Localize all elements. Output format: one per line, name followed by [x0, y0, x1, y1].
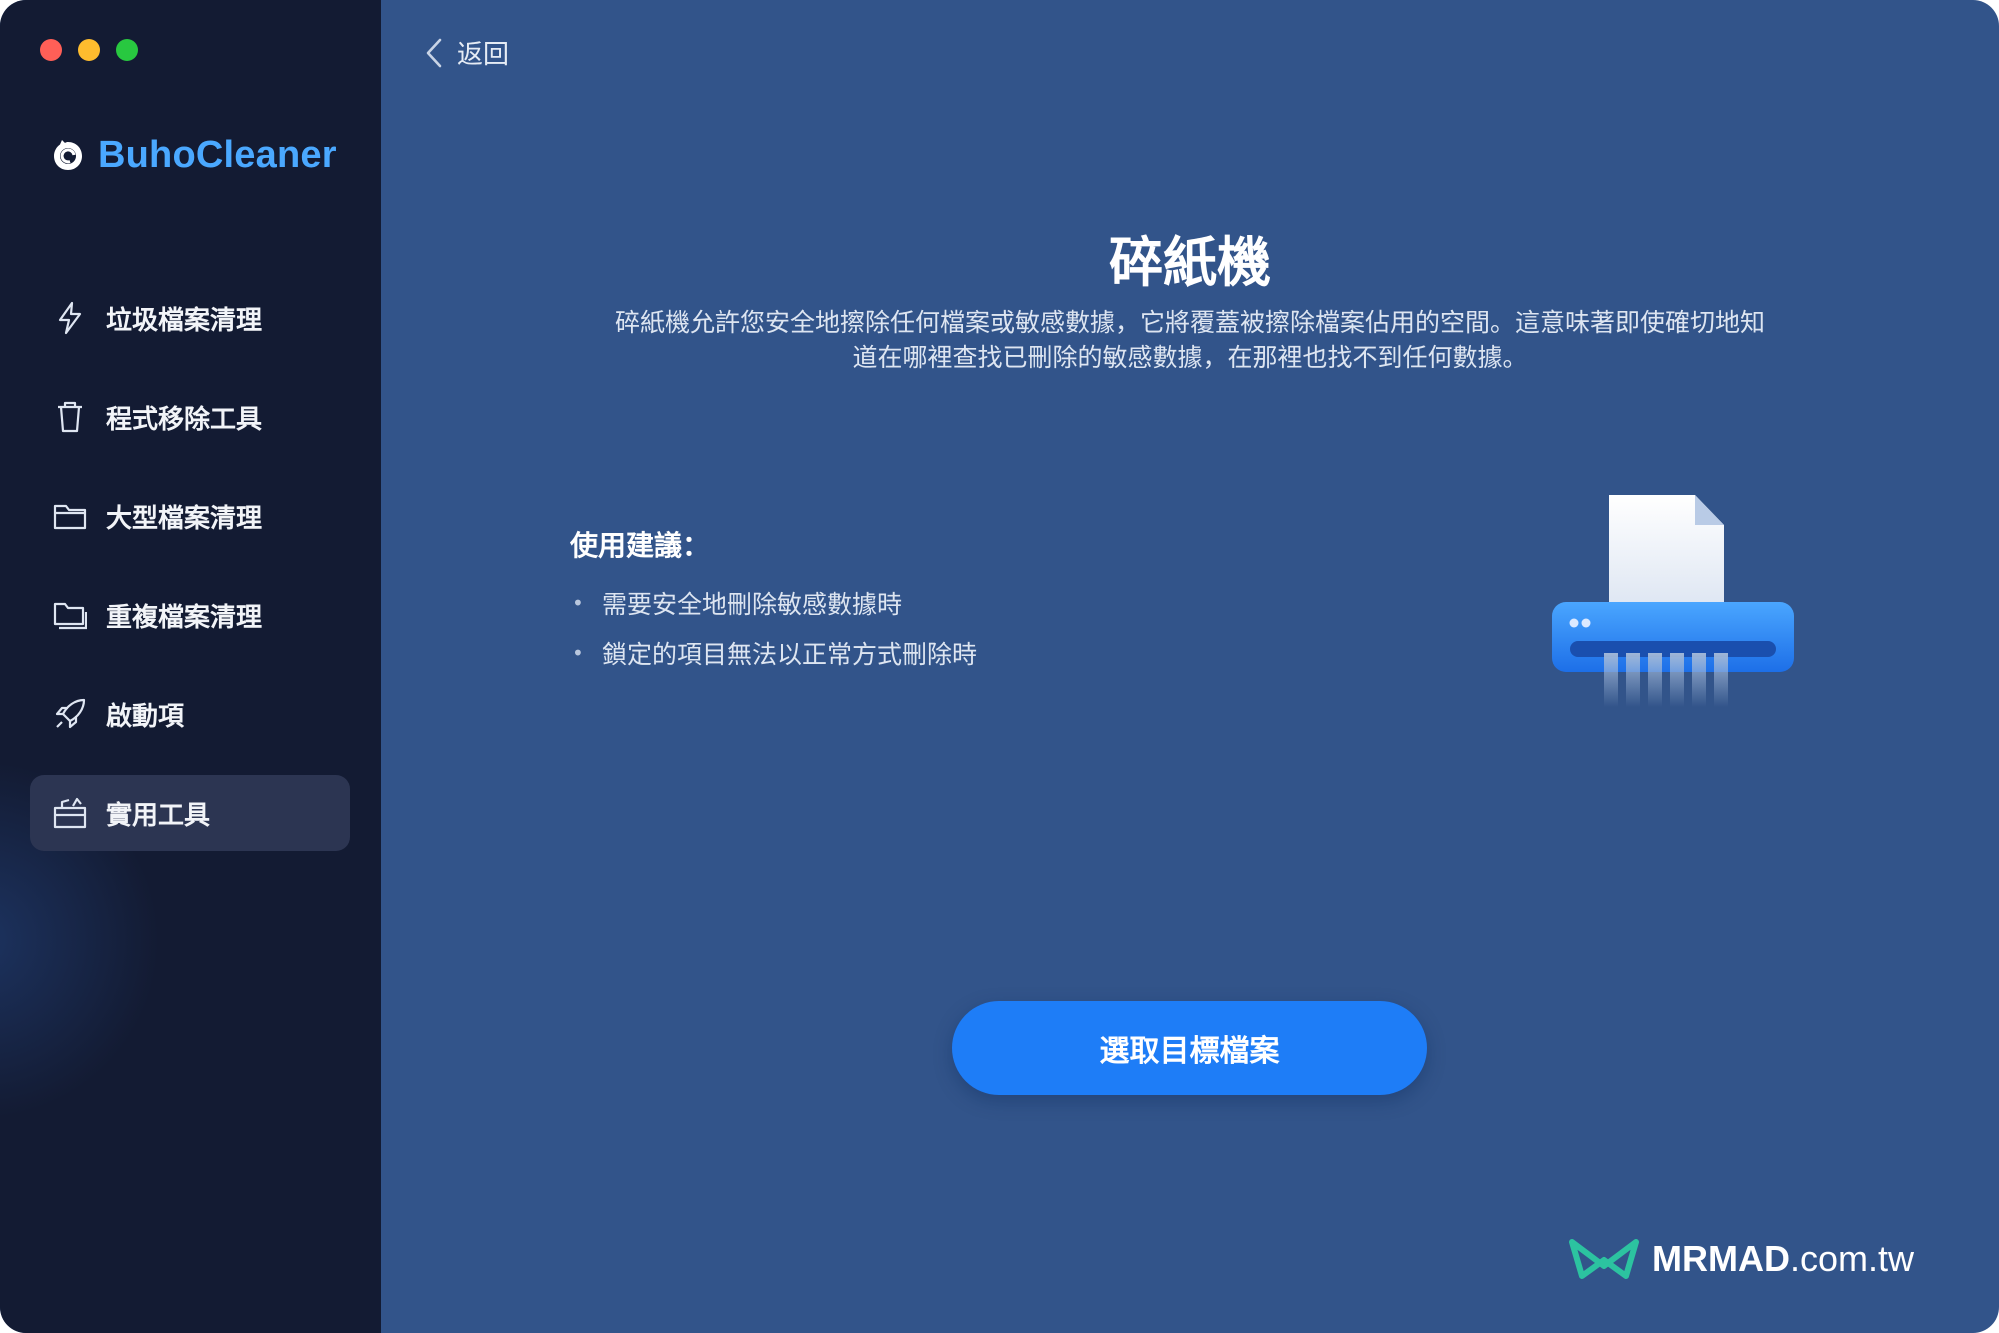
- page-title: 碎紙機: [1109, 230, 1271, 294]
- sidebar-item-label: 大型檔案清理: [106, 503, 263, 534]
- sidebar-item-label: 啟動項: [106, 701, 185, 732]
- back-button[interactable]: 返回: [425, 34, 509, 71]
- tip-item: • 鎖定的項目無法以正常方式刪除時: [572, 635, 977, 671]
- sidebar-item-junk-cleanup[interactable]: 垃圾檔案清理: [30, 280, 350, 356]
- sidebar-item-utilities[interactable]: 實用工具: [30, 775, 350, 851]
- sidebar-item-duplicate-files[interactable]: 重複檔案清理: [30, 577, 350, 653]
- tip-item: • 需要安全地刪除敏感數據時: [572, 585, 902, 621]
- mrmad-logo-icon: [1569, 1239, 1639, 1279]
- sidebar-item-startup-items[interactable]: 啟動項: [30, 676, 350, 752]
- page-description: 碎紙機允許您安全地擦除任何檔案或敏感數據，它將覆蓋被擦除檔案佔用的空間。這意味著…: [560, 305, 1820, 375]
- window-close-button[interactable]: [40, 39, 62, 61]
- bullet: •: [572, 641, 584, 665]
- buho-logo-icon: [54, 139, 82, 170]
- app-window: BuhoCleaner 垃圾檔案清理 程式移除工具 大型檔案清理 重複檔案清理 …: [0, 0, 1999, 1333]
- description-line: 碎紙機允許您安全地擦除任何檔案或敏感數據，它將覆蓋被擦除檔案佔用的空間。這意味著…: [614, 308, 1765, 337]
- sidebar-item-label: 程式移除工具: [106, 404, 263, 435]
- file-shredder-icon: [1552, 495, 1794, 707]
- app-brand-name: BuhoCleaner: [98, 134, 337, 176]
- window-minimize-button[interactable]: [78, 39, 100, 61]
- chevron-left-icon: [426, 38, 442, 67]
- trash-icon: [52, 399, 88, 435]
- sidebar: BuhoCleaner 垃圾檔案清理 程式移除工具 大型檔案清理 重複檔案清理 …: [0, 0, 381, 1333]
- window-zoom-button[interactable]: [116, 39, 138, 61]
- sidebar-item-app-uninstaller[interactable]: 程式移除工具: [30, 379, 350, 455]
- description-line: 道在哪裡查找已刪除的敏感數據，在那裡也找不到任何數據。: [852, 343, 1528, 372]
- sidebar-item-label: 重複檔案清理: [106, 602, 263, 633]
- watermark-text: MRMAD.com.tw: [1652, 1238, 1914, 1280]
- watermark-brand: MRMAD: [1652, 1238, 1790, 1279]
- tip-text: 需要安全地刪除敏感數據時: [602, 590, 903, 619]
- watermark: MRMAD.com.tw: [1568, 1236, 1914, 1282]
- folder-icon: [52, 498, 88, 534]
- watermark-suffix: .com.tw: [1789, 1238, 1914, 1279]
- sidebar-item-label: 垃圾檔案清理: [106, 305, 263, 336]
- select-target-file-button[interactable]: 選取目標檔案: [952, 1001, 1427, 1095]
- rocket-icon: [52, 696, 88, 732]
- sidebar-item-label: 實用工具: [106, 800, 211, 831]
- sidebar-item-large-files[interactable]: 大型檔案清理: [30, 478, 350, 554]
- app-logo: BuhoCleaner: [50, 134, 337, 177]
- toolbox-icon: [52, 795, 88, 831]
- back-label: 返回: [457, 40, 510, 70]
- bullet: •: [572, 591, 584, 615]
- lightning-icon: [52, 300, 88, 336]
- tip-text: 鎖定的項目無法以正常方式刪除時: [602, 640, 978, 669]
- duplicate-folder-icon: [52, 597, 88, 633]
- tips-heading: 使用建議：: [570, 529, 711, 562]
